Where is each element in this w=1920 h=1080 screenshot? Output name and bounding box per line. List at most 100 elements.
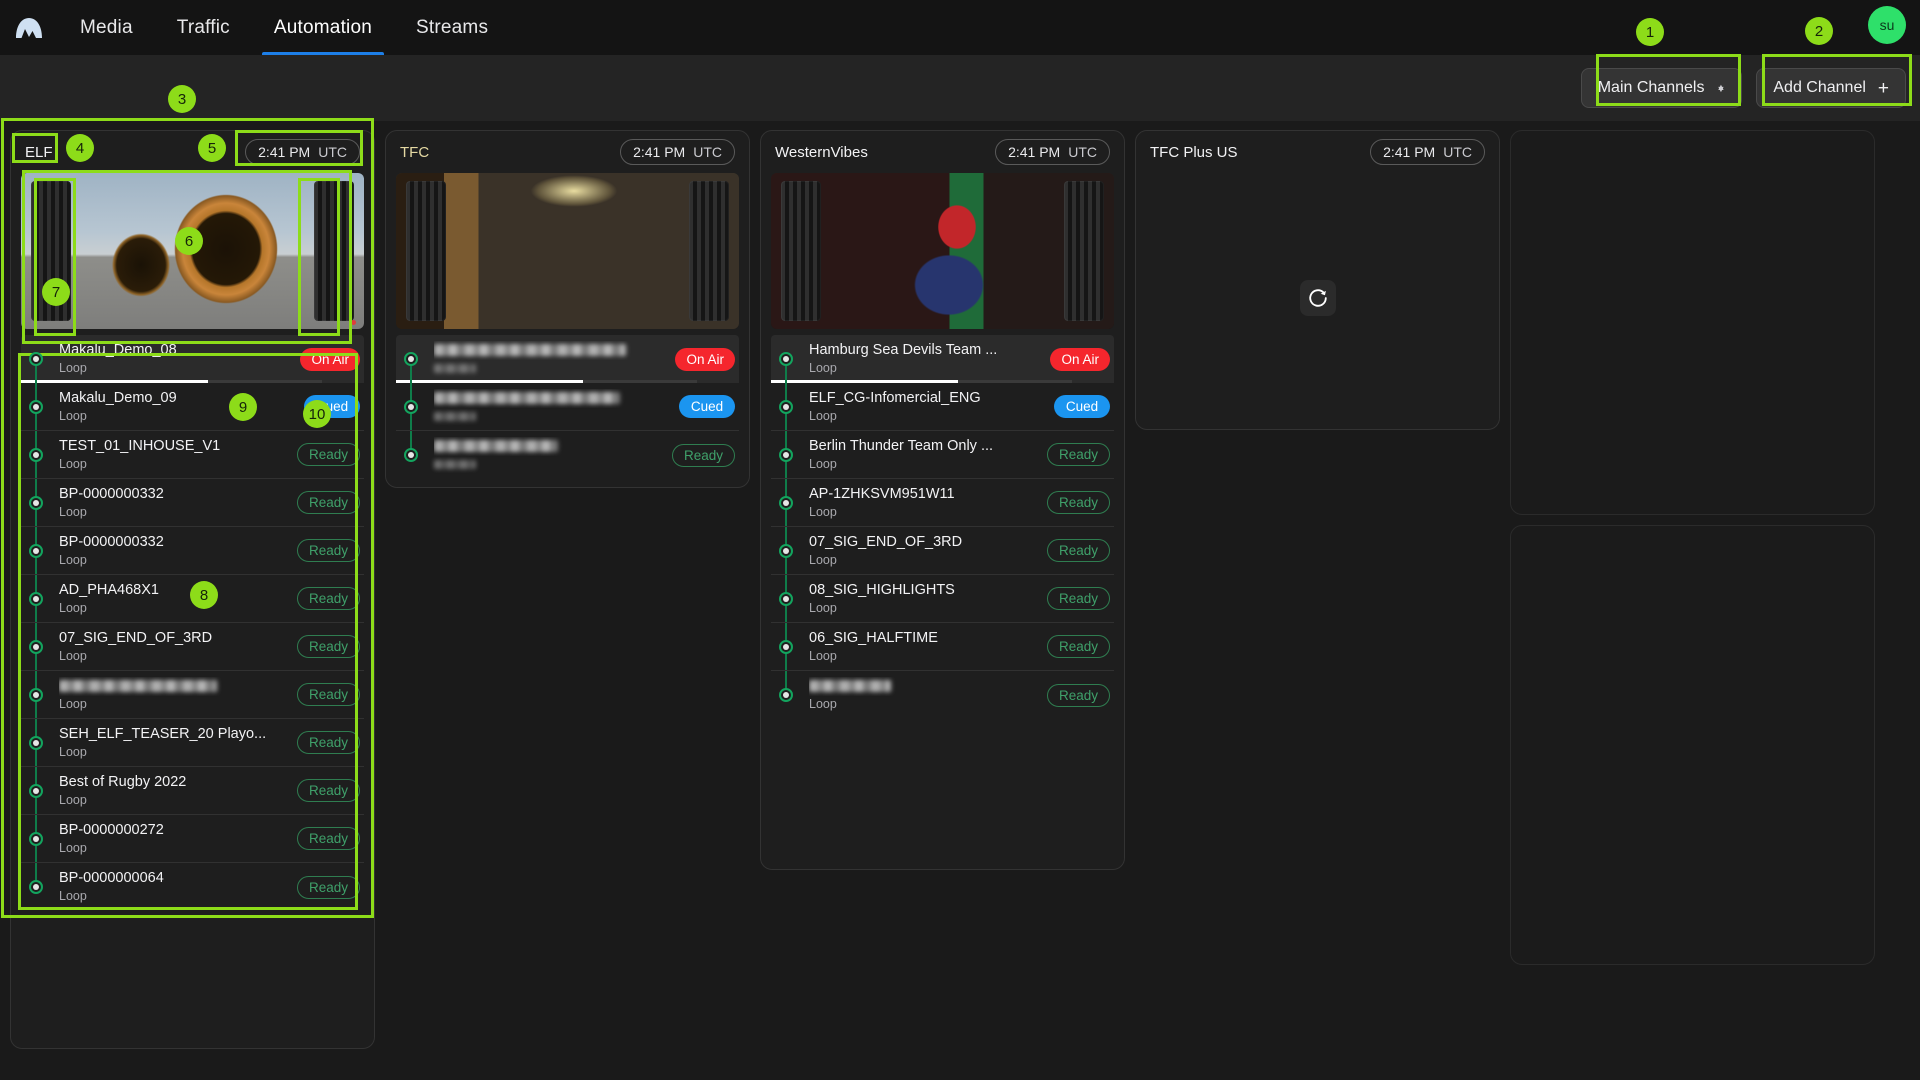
channel-header-tfcplusus: TFC Plus US 2:41 PM UTC	[1136, 131, 1499, 173]
status-badge-cued: Cued	[679, 395, 735, 418]
status-badge-ready: Ready	[296, 539, 360, 562]
playlist-status-dot-icon[interactable]	[29, 831, 43, 846]
playlist-status-dot-icon[interactable]	[29, 543, 43, 558]
nav-item-streams[interactable]: Streams	[394, 0, 510, 55]
channel-preview-elf[interactable]	[21, 173, 364, 329]
playlist-status-dot-icon[interactable]	[29, 783, 43, 798]
playlist-item-name: 07_SIG_END_OF_3RD	[809, 533, 963, 550]
playlist-status-dot-icon[interactable]	[29, 495, 43, 510]
playlist-row[interactable]: TEST_01_INHOUSE_V1 Loop Ready	[21, 431, 364, 479]
add-channel-button[interactable]: Add Channel +	[1756, 68, 1906, 108]
playlist-row[interactable]: Loop Ready	[21, 671, 364, 719]
playlist-status-dot-icon[interactable]	[779, 495, 793, 510]
playlist-status-dot-icon[interactable]	[779, 639, 793, 654]
playlist-item-mode: Loop	[809, 456, 837, 471]
refresh-icon	[1308, 289, 1327, 307]
empty-channel-slot-1[interactable]	[1510, 130, 1875, 515]
playlist-status-dot-icon[interactable]	[29, 352, 43, 366]
reload-button[interactable]	[1299, 280, 1336, 316]
channel-card-westernvibes[interactable]: WesternVibes 2:41 PM UTC Hamburg Sea Dev…	[760, 130, 1125, 870]
channel-card-tfc[interactable]: TFC 2:41 PM UTC On Air Cued Ready	[385, 130, 750, 488]
playlist-row[interactable]: BP-0000000272 Loop Ready	[21, 815, 364, 863]
channel-clock-westernvibes: 2:41 PM UTC	[995, 139, 1110, 165]
status-badge-ready: Ready	[1046, 683, 1110, 707]
playlist-row[interactable]: 06_SIG_HALFTIME Loop Ready	[771, 623, 1114, 671]
playlist-row[interactable]: AD_PHA468X1 Loop Ready	[21, 575, 364, 623]
playlist-status-dot-icon[interactable]	[779, 543, 793, 558]
playlist-row[interactable]: Loop Ready	[771, 671, 1114, 719]
playlist-row[interactable]: Berlin Thunder Team Only ... Loop Ready	[771, 431, 1114, 479]
playlist-item-name	[434, 389, 671, 408]
playlist-status-dot-icon[interactable]	[29, 447, 43, 462]
add-channel-label: Add Channel	[1773, 79, 1866, 96]
playlist-row[interactable]: Cued	[396, 383, 739, 431]
channel-preview-tfc[interactable]	[396, 173, 739, 329]
playlist-row-onair[interactable]: On Air	[396, 335, 739, 383]
empty-channel-slot-2[interactable]	[1510, 525, 1875, 965]
playlist-status-dot-icon[interactable]	[779, 399, 793, 414]
nav-item-media[interactable]: Media	[58, 0, 155, 55]
status-badge-ready: Ready	[1046, 635, 1110, 658]
playlist-status-dot-icon[interactable]	[29, 687, 43, 702]
channel-preview-westernvibes[interactable]	[771, 173, 1114, 329]
playlist-row[interactable]: Makalu_Demo_09 Loop Cued	[21, 383, 364, 431]
playlist-row[interactable]: Ready	[396, 431, 739, 479]
channel-column-elf: ELF 2:41 PM UTC Makalu_Demo_08 Loop On Air…	[10, 130, 375, 1049]
playlist-item-text: BP-0000000332 Loop	[59, 528, 289, 574]
playlist-row[interactable]: 07_SIG_END_OF_3RD Loop Ready	[21, 623, 364, 671]
status-badge-onair: On Air	[300, 347, 360, 371]
playlist-status-dot-icon[interactable]	[29, 639, 43, 654]
playlist-status-dot-icon[interactable]	[404, 352, 418, 366]
playlist-item-mode: Loop	[809, 697, 837, 711]
playlist-row-onair[interactable]: Hamburg Sea Devils Team ... Loop On Air	[771, 335, 1114, 383]
nav-item-traffic[interactable]: Traffic	[155, 0, 252, 55]
playlist-row[interactable]: Best of Rugby 2022 Loop Ready	[21, 767, 364, 815]
playlist-status-dot-icon[interactable]	[404, 448, 418, 462]
redacted-text	[434, 364, 476, 374]
channel-loading-body	[1136, 173, 1499, 423]
redacted-text	[59, 679, 217, 692]
playlist-status-dot-icon[interactable]	[29, 880, 43, 894]
playlist-item-mode: Loop	[59, 648, 87, 663]
status-badge-ready: Ready	[296, 779, 360, 802]
redacted-text	[434, 391, 620, 404]
audio-meter-right	[1064, 181, 1104, 321]
playlist-item-name: TEST_01_INHOUSE_V1	[59, 437, 221, 454]
channel-card-elf[interactable]: ELF 2:41 PM UTC Makalu_Demo_08 Loop On Air…	[10, 130, 375, 1049]
playlist-status-dot-icon[interactable]	[404, 399, 418, 414]
channel-card-tfcplusus[interactable]: TFC Plus US 2:41 PM UTC	[1135, 130, 1500, 430]
playlist-status-dot-icon[interactable]	[29, 591, 43, 606]
nav-items: Media Traffic Automation Streams	[58, 0, 510, 55]
playlist-status-dot-icon[interactable]	[29, 735, 43, 750]
playlist-row[interactable]: BP-0000000332 Loop Ready	[21, 527, 364, 575]
playlist-item-text: 07_SIG_END_OF_3RD Loop	[809, 528, 1039, 574]
playlist-status-dot-icon[interactable]	[779, 447, 793, 462]
playlist-row[interactable]: ELF_CG-Infomercial_ENG Loop Cued	[771, 383, 1114, 431]
playlist-row[interactable]: 08_SIG_HIGHLIGHTS Loop Ready	[771, 575, 1114, 623]
playlist-status-dot-icon[interactable]	[779, 591, 793, 606]
playlist-item-text: Loop	[59, 672, 289, 718]
user-avatar[interactable]: su	[1868, 6, 1906, 44]
clock-time: 2:41 PM	[1383, 144, 1436, 160]
playlist-row[interactable]: SEH_ELF_TEASER_20 Playo... Loop Ready	[21, 719, 364, 767]
mountain-logo[interactable]	[0, 0, 58, 55]
channel-title-tfcplusus: TFC Plus US	[1150, 143, 1238, 161]
channel-column-tfc: TFC 2:41 PM UTC On Air Cued Ready	[385, 130, 750, 488]
playlist-item-mode: Loop	[59, 361, 87, 375]
nav-item-automation[interactable]: Automation	[252, 0, 394, 55]
playlist-item-mode: Loop	[809, 552, 837, 567]
channel-title-tfc: TFC	[400, 143, 430, 161]
audio-meter-left	[781, 181, 821, 321]
playlist-item-name: ELF_CG-Infomercial_ENG	[809, 389, 981, 406]
playlist-status-dot-icon[interactable]	[29, 399, 43, 414]
main-channels-select[interactable]: Main Channels ▲ ▼	[1580, 68, 1743, 108]
playlist-row[interactable]: BP-0000000064 Loop Ready	[21, 863, 364, 911]
playlist-status-dot-icon[interactable]	[779, 352, 793, 366]
playlist-row-onair[interactable]: Makalu_Demo_08 Loop On Air	[21, 335, 364, 383]
playlist-status-dot-icon[interactable]	[779, 688, 793, 702]
playlist-row[interactable]: AP-1ZHKSVM951W11 Loop Ready	[771, 479, 1114, 527]
playlist-item-mode: Loop	[59, 889, 87, 903]
channel-header-westernvibes: WesternVibes 2:41 PM UTC	[761, 131, 1124, 173]
playlist-row[interactable]: BP-0000000332 Loop Ready	[21, 479, 364, 527]
playlist-row[interactable]: 07_SIG_END_OF_3RD Loop Ready	[771, 527, 1114, 575]
